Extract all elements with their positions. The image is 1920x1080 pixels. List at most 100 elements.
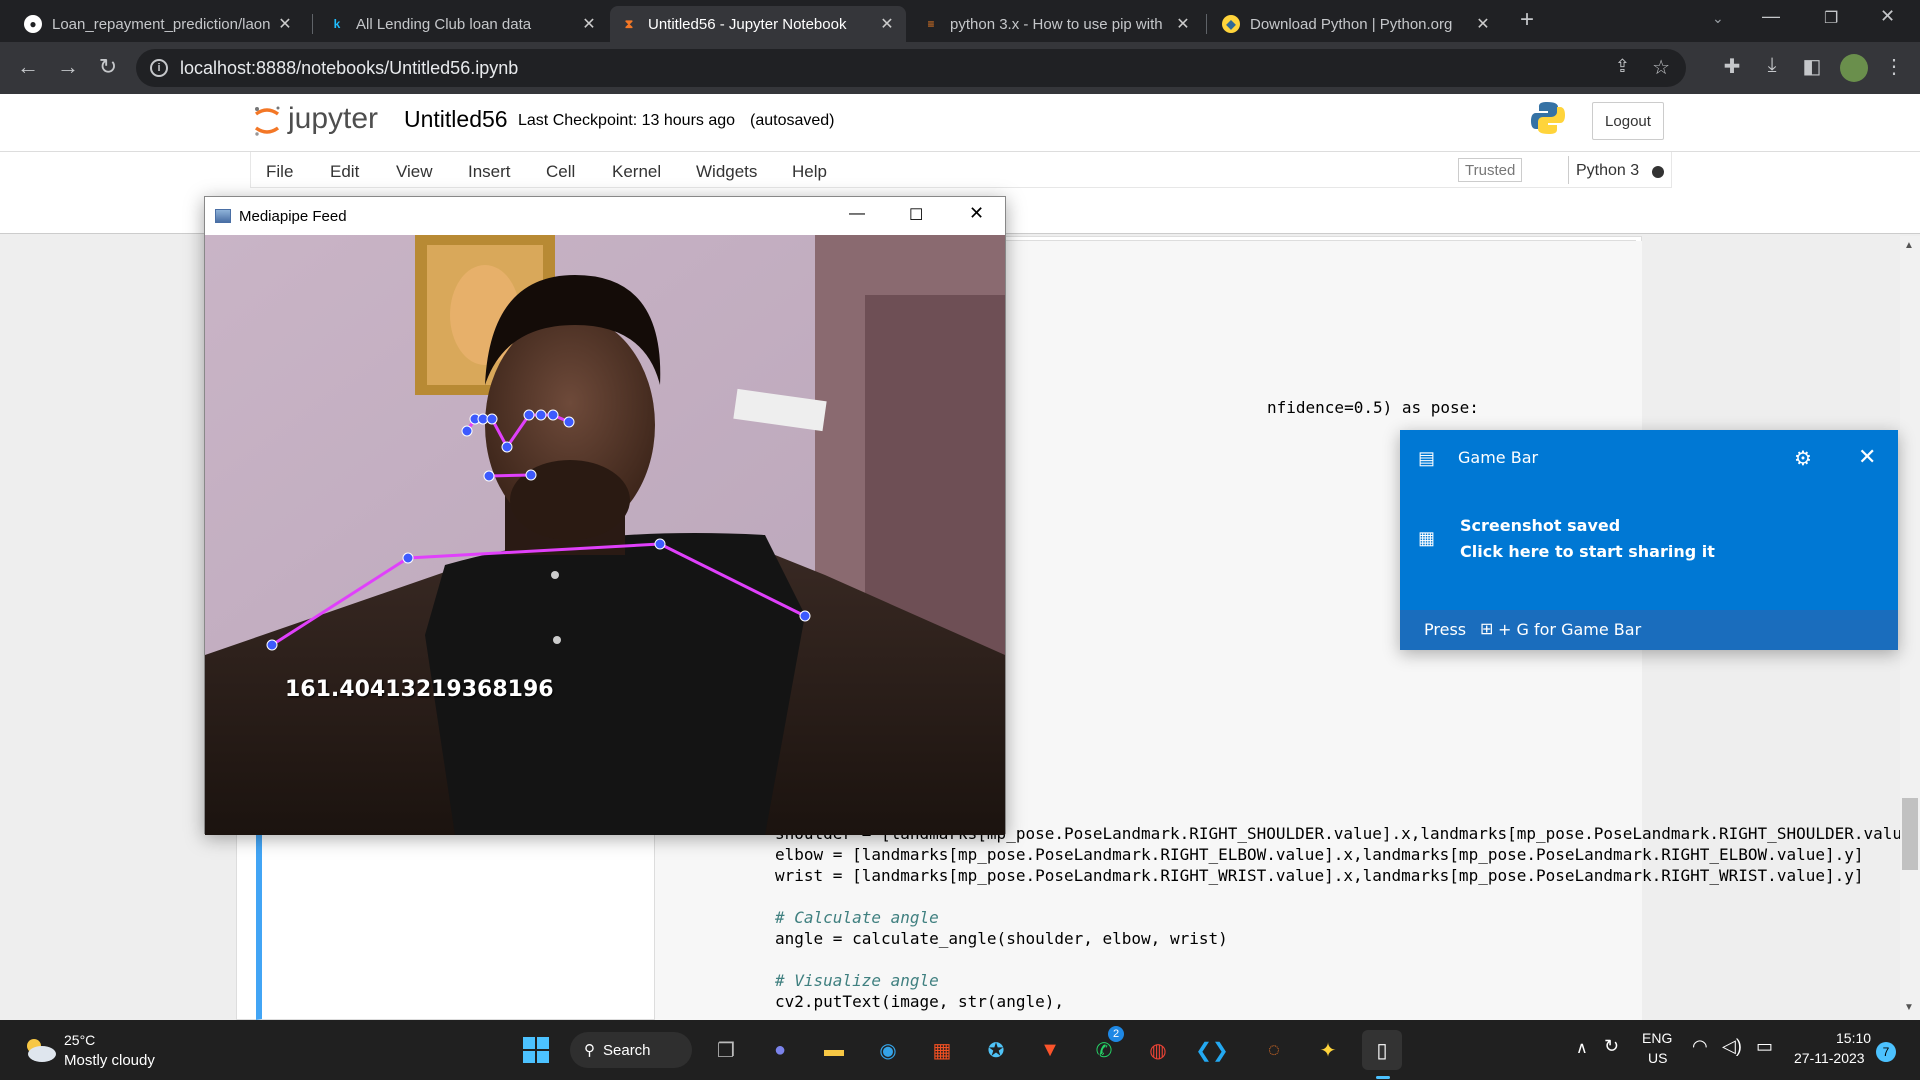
weather-temp[interactable]: 25°C [64, 1032, 95, 1048]
menu-help[interactable]: Help [792, 162, 827, 182]
forward-icon[interactable]: → [54, 54, 82, 80]
maximize-icon[interactable]: ☐ [909, 205, 923, 225]
clock-time[interactable]: 15:10 [1836, 1030, 1871, 1046]
tray-overflow-icon[interactable]: ∧ [1576, 1038, 1588, 1058]
teams-chat-icon[interactable]: ● [760, 1030, 800, 1070]
language-primary[interactable]: ENG [1642, 1030, 1672, 1046]
tab-separator [1206, 14, 1207, 34]
whatsapp-icon[interactable]: ✆ 2 [1084, 1026, 1124, 1070]
weather-cloud-icon[interactable] [20, 1036, 60, 1064]
footer-shortcut: + G for Game Bar [1498, 620, 1642, 639]
scrollbar-thumb[interactable] [1902, 798, 1918, 870]
close-icon[interactable]: ✕ [969, 203, 984, 224]
jupyter-app-icon[interactable]: ◌ [1254, 1030, 1294, 1070]
clock-date[interactable]: 27-11-2023 [1794, 1050, 1865, 1066]
minimize-icon[interactable]: — [1762, 6, 1780, 27]
gamebar-notification[interactable]: ▤ Game Bar ⚙ ✕ ▦ Screenshot saved Click … [1400, 430, 1898, 650]
trusted-badge[interactable]: Trusted [1458, 158, 1523, 182]
pose-landmark-point [483, 470, 495, 482]
weather-desc[interactable]: Mostly cloudy [64, 1052, 155, 1069]
gamebar-title: Game Bar [1458, 448, 1539, 467]
browser-tab[interactable]: k All Lending Club loan data ✕ [318, 6, 608, 42]
restore-icon[interactable]: ❐ [1824, 8, 1838, 28]
language-secondary[interactable]: US [1648, 1050, 1667, 1066]
profile-avatar[interactable] [1840, 54, 1868, 82]
battery-icon[interactable]: ▭ [1756, 1036, 1773, 1057]
share-icon[interactable]: ⇪ [1615, 56, 1630, 77]
close-tab-icon[interactable]: ✕ [1174, 14, 1192, 34]
menu-edit[interactable]: Edit [330, 162, 359, 182]
safari-icon[interactable]: ✪ [976, 1030, 1016, 1070]
minimize-icon[interactable]: — [849, 205, 865, 223]
notebook-name[interactable]: Untitled56 [404, 106, 508, 133]
mediapipe-window[interactable]: Mediapipe Feed — ☐ ✕ 161.40413219368196 [204, 196, 1006, 835]
close-tab-icon[interactable]: ✕ [580, 14, 598, 34]
edge-icon[interactable]: ◉ [868, 1030, 908, 1070]
pose-landmark-point [547, 409, 559, 421]
close-tab-icon[interactable]: ✕ [878, 14, 896, 34]
taskbar-search[interactable]: ⚲ Search [570, 1032, 692, 1068]
browser-tab[interactable]: ● Loan_repayment_prediction/laon ✕ [14, 6, 304, 42]
tab-title: python 3.x - How to use pip with [950, 15, 1163, 33]
close-window-icon[interactable]: ✕ [1880, 6, 1895, 27]
notification-subtitle[interactable]: Click here to start sharing it [1460, 542, 1715, 561]
notepad-icon[interactable]: ▯ [1362, 1030, 1402, 1070]
volume-icon[interactable]: ◁) [1722, 1036, 1742, 1057]
close-icon[interactable]: ✕ [1858, 444, 1876, 470]
code-line: angle = calculate_angle(shoulder, elbow,… [775, 929, 1228, 948]
back-icon[interactable]: ← [14, 54, 42, 80]
pose-landmark-point [535, 409, 547, 421]
menu-view[interactable]: View [396, 162, 433, 182]
reload-icon[interactable]: ↻ [94, 54, 122, 80]
sidepanel-icon[interactable]: ◧ [1798, 54, 1826, 79]
menu-kernel[interactable]: Kernel [612, 162, 661, 182]
pose-landmark-point [525, 469, 537, 481]
camera-feed: 161.40413219368196 [205, 235, 1005, 835]
wifi-icon[interactable]: ◠ [1692, 1036, 1708, 1057]
store-icon[interactable]: ▦ [922, 1030, 962, 1070]
logout-button[interactable]: Logout [1592, 102, 1664, 140]
menu-cell[interactable]: Cell [546, 162, 575, 182]
start-icon[interactable] [516, 1030, 556, 1070]
menu-file[interactable]: File [266, 162, 293, 182]
page-scrollbar[interactable]: ▲ ▼ [1900, 236, 1920, 1020]
browser-tab[interactable]: ≡ python 3.x - How to use pip with ✕ [912, 6, 1202, 42]
new-tab-button[interactable]: + [1520, 6, 1534, 34]
tab-title: Download Python | Python.org [1250, 15, 1453, 33]
browser-tab-active[interactable]: ⧗ Untitled56 - Jupyter Notebook ✕ [610, 6, 906, 42]
pose-points [266, 409, 811, 651]
pose-landmark-point [461, 425, 473, 437]
file-explorer-icon[interactable]: ▬ [814, 1030, 854, 1070]
chrome-icon[interactable]: ◍ [1138, 1030, 1178, 1070]
extensions-icon[interactable]: ✚ [1718, 54, 1746, 79]
vscode-icon[interactable]: ❮❯ [1192, 1030, 1232, 1070]
settings-icon[interactable]: ⚙ [1794, 446, 1812, 471]
pose-connection [271, 556, 409, 647]
active-app-indicator [1376, 1076, 1390, 1079]
notification-count[interactable]: 7 [1876, 1042, 1896, 1062]
brave-icon[interactable]: ▼ [1030, 1030, 1070, 1070]
close-tab-icon[interactable]: ✕ [1474, 14, 1492, 34]
python-app-icon[interactable]: ✦ [1308, 1030, 1348, 1070]
bookmark-star-icon[interactable]: ☆ [1652, 55, 1670, 80]
more-menu-icon[interactable]: ⋮ [1880, 54, 1908, 79]
address-toolbar: ← → ↻ i localhost:8888/notebooks/Untitle… [0, 42, 1920, 94]
kernel-name[interactable]: Python 3 [1576, 162, 1639, 180]
download-icon[interactable]: ⤓ [1758, 54, 1786, 77]
close-tab-icon[interactable]: ✕ [276, 14, 294, 34]
menu-insert[interactable]: Insert [468, 162, 511, 182]
task-view-icon[interactable]: ❐ [706, 1030, 746, 1070]
site-info-icon[interactable]: i [150, 59, 168, 77]
jupyter-logo-icon[interactable] [252, 104, 282, 138]
hourglass-icon: ⧗ [624, 16, 634, 31]
mediapipe-titlebar[interactable]: Mediapipe Feed — ☐ ✕ [205, 197, 1005, 235]
code-comment: # Visualize angle [775, 971, 939, 990]
scroll-up-icon[interactable]: ▲ [1904, 240, 1914, 251]
menu-widgets[interactable]: Widgets [696, 162, 757, 182]
browser-tab[interactable]: ◆ Download Python | Python.org ✕ [1212, 6, 1502, 42]
scroll-down-icon[interactable]: ▼ [1904, 1002, 1914, 1013]
tab-search-icon[interactable]: ⌄ [1712, 10, 1724, 27]
sync-icon[interactable]: ↻ [1604, 1036, 1619, 1057]
url-bar[interactable]: i localhost:8888/notebooks/Untitled56.ip… [136, 49, 1686, 87]
pose-landmark-point [501, 441, 513, 453]
